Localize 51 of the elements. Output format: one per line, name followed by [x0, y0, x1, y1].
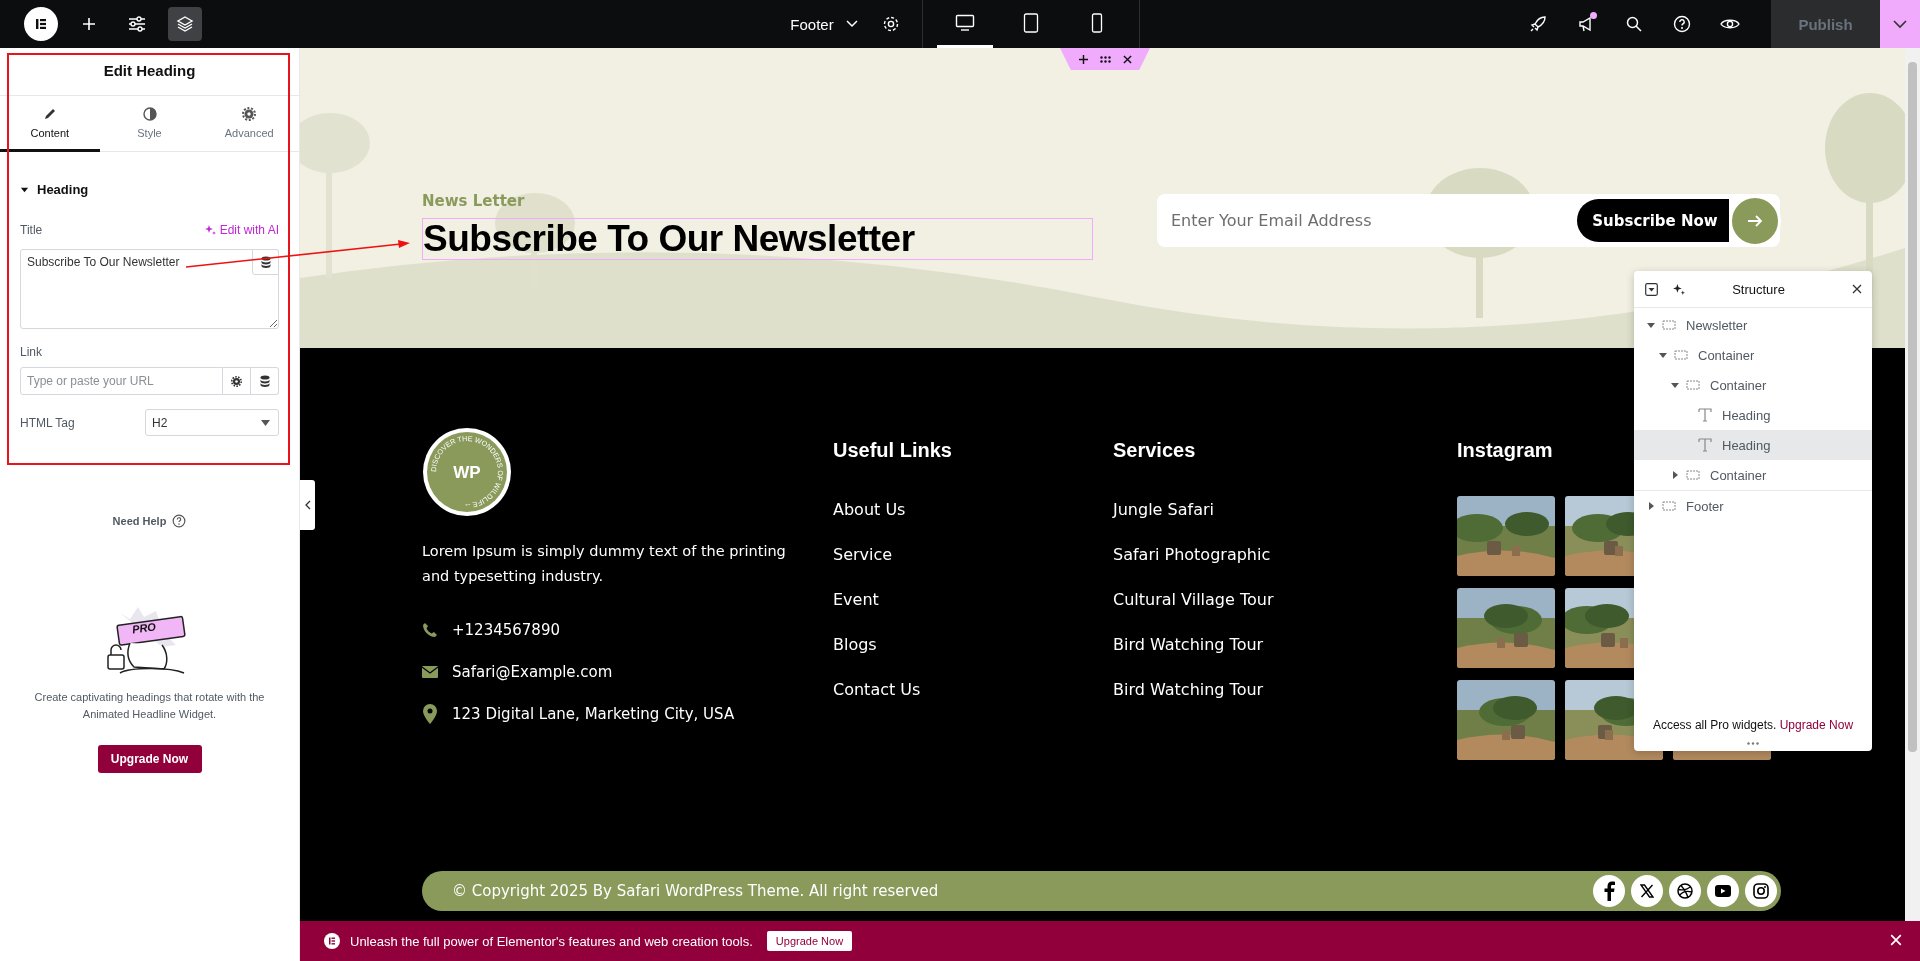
panel-tab[interactable]: Style — [99, 96, 200, 152]
structure-item[interactable]: Footer — [1634, 491, 1872, 521]
column-heading: Useful Links — [833, 439, 952, 462]
email-field[interactable]: Enter Your Email Address — [1157, 211, 1577, 230]
about-text: Lorem Ipsum is simply dummy text of the printing and typesetting industry. — [422, 542, 787, 586]
promo-text: Create captivating headings that rotate with the Animated Headline Widget. — [33, 690, 266, 722]
panel-title: Edit Heading — [0, 48, 299, 96]
field-label: Link — [20, 345, 43, 359]
upgrade-button[interactable]: Upgrade Now — [766, 931, 853, 951]
section-toggle[interactable]: Heading — [20, 182, 89, 197]
field-label: Title — [20, 223, 43, 237]
panel-tab[interactable]: Content — [0, 96, 100, 152]
copyright-text: © Copyright 2025 By Safari WordPress Theme. All right reserved — [452, 882, 939, 900]
promo-message: Unleash the full power of Elementor's features and web creation tools. — [350, 933, 753, 949]
structure-title: Structure — [1731, 281, 1786, 297]
pro-label: PRO — [130, 620, 157, 636]
title-textarea[interactable]: Subscribe To Our Newsletter — [20, 249, 279, 329]
contact-text: +1234567890 — [452, 621, 560, 639]
field-label: HTML Tag — [20, 415, 75, 430]
footer-link[interactable]: Blogs — [833, 635, 1113, 680]
footer-link[interactable]: Cultural Village Tour — [1113, 590, 1457, 635]
contact-text: 123 Digital Lane, Marketing City, USA — [452, 705, 735, 723]
structure-item[interactable]: Container — [1634, 340, 1872, 370]
contact-text: Safari@Example.com — [452, 663, 613, 681]
column-heading: Instagram — [1457, 439, 1553, 462]
edit-with-ai-link[interactable]: Edit with AI — [203, 223, 279, 237]
structure-item[interactable]: Heading — [1634, 430, 1872, 460]
structure-footer-text: Access all Pro widgets. — [1652, 718, 1777, 732]
footer-link[interactable]: About Us — [833, 500, 1113, 545]
newsletter-heading: Subscribe To Our Newsletter — [422, 218, 1093, 260]
upgrade-link[interactable]: Upgrade Now — [1779, 718, 1854, 732]
url-field[interactable]: Type or paste your URL — [20, 367, 223, 395]
footer-link[interactable]: Service — [833, 545, 1113, 590]
footer-link[interactable]: Safari Photographic — [1113, 545, 1457, 590]
structure-item[interactable]: Container — [1634, 460, 1872, 490]
footer-link[interactable]: Event — [833, 590, 1113, 635]
need-help-link[interactable]: Need Help — [112, 514, 187, 528]
eyebrow-text: News Letter — [422, 192, 526, 210]
structure-item[interactable]: Newsletter — [1634, 310, 1872, 340]
footer-link[interactable]: Jungle Safari — [1113, 500, 1457, 545]
panel-tab[interactable]: Advanced — [199, 96, 299, 152]
footer-link[interactable]: Bird Watching Tour — [1113, 635, 1457, 680]
upgrade-button[interactable]: Upgrade Now — [97, 745, 202, 773]
column-heading: Services — [1113, 439, 1196, 462]
footer-link[interactable]: Contact Us — [833, 680, 1113, 725]
footer-link[interactable]: Bird Watching Tour — [1113, 680, 1457, 725]
html-tag-select[interactable]: H2 — [145, 409, 279, 436]
subscribe-button[interactable]: Subscribe Now — [1577, 199, 1729, 242]
document-dropdown[interactable]: Footer — [776, 0, 864, 48]
structure-item[interactable]: Heading — [1634, 400, 1872, 430]
structure-item[interactable]: Container — [1634, 370, 1872, 400]
